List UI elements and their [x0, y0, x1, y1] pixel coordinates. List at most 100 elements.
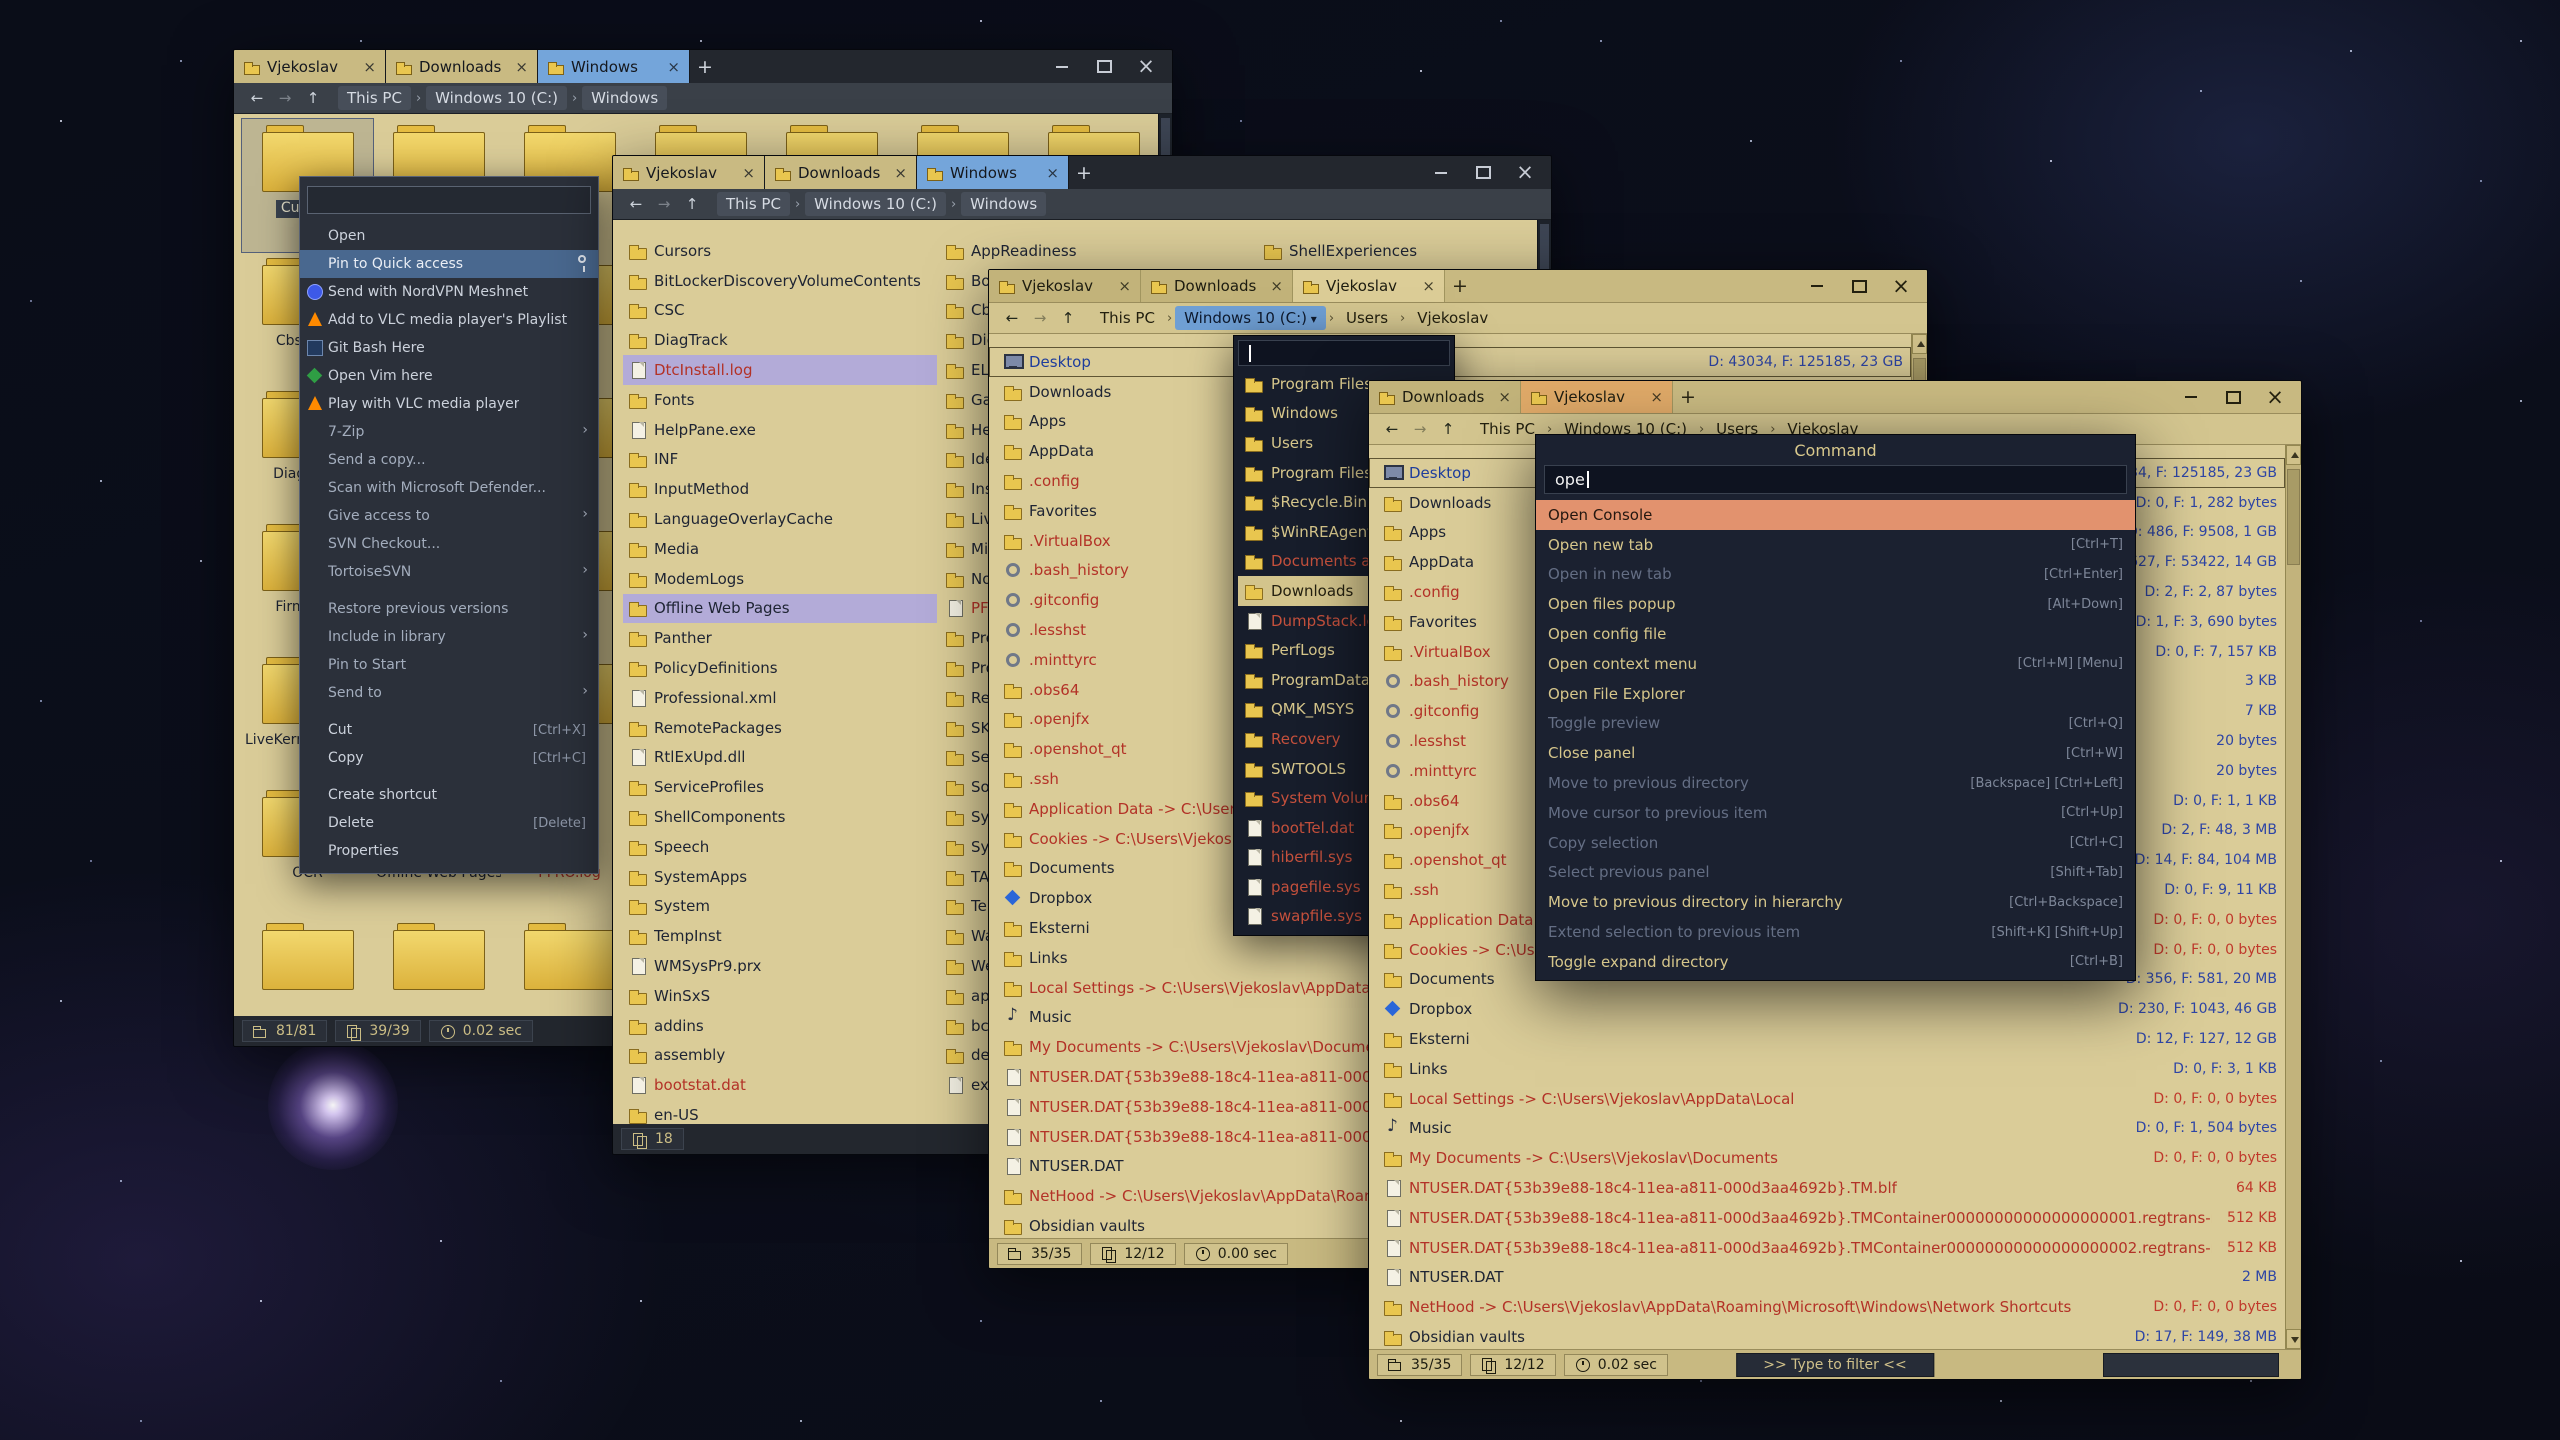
vertical-scrollbar[interactable] [2285, 445, 2301, 1349]
tab-close-icon[interactable] [1650, 388, 1663, 406]
maximize-button[interactable] [1839, 273, 1879, 299]
command-item[interactable]: Copy selection [Ctrl+C] [1536, 828, 2135, 858]
up-button[interactable] [1435, 420, 1461, 438]
maximize-button[interactable] [1084, 54, 1124, 80]
file-row[interactable]: INF [623, 445, 937, 475]
context-menu-item[interactable]: Pin to Quick access [300, 250, 598, 278]
file-row[interactable]: DtcInstall.log [623, 355, 937, 385]
file-row[interactable]: Dropbox D: 230, F: 1043, 46 GB [1369, 994, 2285, 1024]
command-item[interactable]: Toggle expand directory [Ctrl+B] [1536, 947, 2135, 977]
tab-close-icon[interactable] [667, 58, 680, 76]
breadcrumb-item[interactable]: Users [1337, 306, 1397, 330]
file-row[interactable]: Panther [623, 623, 937, 653]
file-row[interactable]: ShellComponents [623, 802, 937, 832]
file-row[interactable]: NTUSER.DAT 2 MB [1369, 1263, 2285, 1293]
tab[interactable]: Vjekoslav [1521, 381, 1673, 413]
file-row[interactable]: HelpPane.exe [623, 415, 937, 445]
file-row[interactable]: SystemApps [623, 862, 937, 892]
context-menu-item[interactable]: Give access to [300, 502, 598, 530]
command-item[interactable]: Extend selection to previous item [Shift… [1536, 917, 2135, 947]
tab-close-icon[interactable] [1498, 388, 1511, 406]
tab[interactable]: Vjekoslav [1293, 270, 1445, 302]
close-button[interactable] [1881, 273, 1921, 299]
context-menu-item[interactable]: TortoiseSVN [300, 558, 598, 586]
close-button[interactable] [1126, 54, 1166, 80]
command-item[interactable]: Move to previous directory [Backspace] [… [1536, 768, 2135, 798]
file-row[interactable]: Links D: 0, F: 3, 1 KB [1369, 1054, 2285, 1084]
file-row[interactable]: PolicyDefinitions [623, 653, 937, 683]
forward-button[interactable] [651, 195, 677, 213]
file-row[interactable]: LanguageOverlayCache [623, 504, 937, 534]
context-menu-item[interactable]: Create shortcut [300, 781, 598, 809]
grid-item[interactable] [373, 917, 504, 1016]
tab-close-icon[interactable] [1046, 164, 1059, 182]
maximize-button[interactable] [1463, 160, 1503, 186]
command-item[interactable]: Open files popup [Alt+Down] [1536, 589, 2135, 619]
command-item[interactable]: Close panel [Ctrl+W] [1536, 738, 2135, 768]
close-button[interactable] [1505, 160, 1545, 186]
context-menu-item[interactable]: Git Bash Here [300, 334, 598, 362]
command-item[interactable]: Open new tab [Ctrl+T] [1536, 530, 2135, 560]
context-menu-filter-input[interactable] [307, 186, 591, 214]
up-button[interactable] [1055, 309, 1081, 327]
tab-close-icon[interactable] [742, 164, 755, 182]
file-row[interactable]: NTUSER.DAT{53b39e88-18c4-11ea-a811-000d3… [1369, 1233, 2285, 1263]
back-button[interactable] [1379, 420, 1405, 438]
context-menu-item[interactable]: Properties [300, 837, 598, 865]
back-button[interactable] [623, 195, 649, 213]
context-menu-item[interactable]: SVN Checkout... [300, 530, 598, 558]
file-row[interactable]: Local Settings -> C:\Users\Vjekoslav\App… [1369, 1084, 2285, 1114]
back-button[interactable] [244, 89, 270, 107]
command-item[interactable]: Open context menu [Ctrl+M] [Menu] [1536, 649, 2135, 679]
up-button[interactable] [679, 195, 705, 213]
file-row[interactable]: assembly [623, 1041, 937, 1071]
back-button[interactable] [999, 309, 1025, 327]
file-row[interactable]: Professional.xml [623, 683, 937, 713]
minimize-button[interactable] [2171, 384, 2211, 410]
command-item[interactable]: Select previous panel [Shift+Tab] [1536, 858, 2135, 888]
context-menu-item[interactable]: Scan with Microsoft Defender... [300, 474, 598, 502]
file-row[interactable]: addins [623, 1011, 937, 1041]
minimize-button[interactable] [1797, 273, 1837, 299]
context-menu-item[interactable]: 7-Zip [300, 418, 598, 446]
file-row[interactable]: ServiceProfiles [623, 772, 937, 802]
command-search-input[interactable]: ope [1544, 465, 2127, 494]
tab[interactable]: Downloads [1141, 270, 1293, 302]
breadcrumb-item[interactable]: This PC [1471, 417, 1544, 441]
file-row[interactable]: Fonts [623, 385, 937, 415]
dropdown-filter-input[interactable] [1238, 340, 1450, 366]
tab-close-icon[interactable] [363, 58, 376, 76]
filter-input[interactable]: >> Type to filter << [1736, 1353, 1934, 1377]
scroll-up-button[interactable] [2286, 445, 2301, 465]
tab[interactable]: Vjekoslav [234, 50, 386, 83]
context-menu-item[interactable]: Pin to Start [300, 651, 598, 679]
context-menu-item[interactable]: Restore previous versions [300, 595, 598, 623]
file-row[interactable]: NetHood -> C:\Users\Vjekoslav\AppData\Ro… [1369, 1292, 2285, 1322]
tab-close-icon[interactable] [1422, 277, 1435, 295]
breadcrumb-item[interactable]: This PC [1091, 306, 1164, 330]
file-row[interactable]: Cursors [623, 236, 937, 266]
breadcrumb-item[interactable]: Windows [582, 86, 667, 110]
command-item[interactable]: Toggle preview [Ctrl+Q] [1536, 709, 2135, 739]
grid-item[interactable] [242, 917, 373, 1016]
file-row[interactable]: ModemLogs [623, 564, 937, 594]
file-row[interactable]: WMSysPr9.prx [623, 951, 937, 981]
command-item[interactable]: Open Console [1536, 500, 2135, 530]
file-row[interactable]: Media [623, 534, 937, 564]
file-row[interactable]: CSC [623, 296, 937, 326]
minimize-button[interactable] [1042, 54, 1082, 80]
file-row[interactable]: Offline Web Pages [623, 594, 937, 624]
file-row[interactable]: RemotePackages [623, 713, 937, 743]
breadcrumb-item[interactable]: Windows 10 (C:) [426, 86, 567, 110]
file-row[interactable]: en-US [623, 1100, 937, 1124]
command-item[interactable]: Move to previous directory in hierarchy … [1536, 887, 2135, 917]
context-menu-item[interactable]: Send to [300, 679, 598, 707]
file-row[interactable]: InputMethod [623, 474, 937, 504]
tab[interactable]: Windows [917, 156, 1069, 189]
command-item[interactable]: Open in new tab [Ctrl+Enter] [1536, 560, 2135, 590]
tab[interactable]: Vjekoslav [613, 156, 765, 189]
file-row[interactable]: Obsidian vaults D: 17, F: 149, 38 MB [1369, 1322, 2285, 1349]
context-menu-item[interactable] [308, 586, 590, 595]
context-menu-item[interactable]: Play with VLC media player [300, 390, 598, 418]
file-row[interactable]: bootstat.dat [623, 1070, 937, 1100]
